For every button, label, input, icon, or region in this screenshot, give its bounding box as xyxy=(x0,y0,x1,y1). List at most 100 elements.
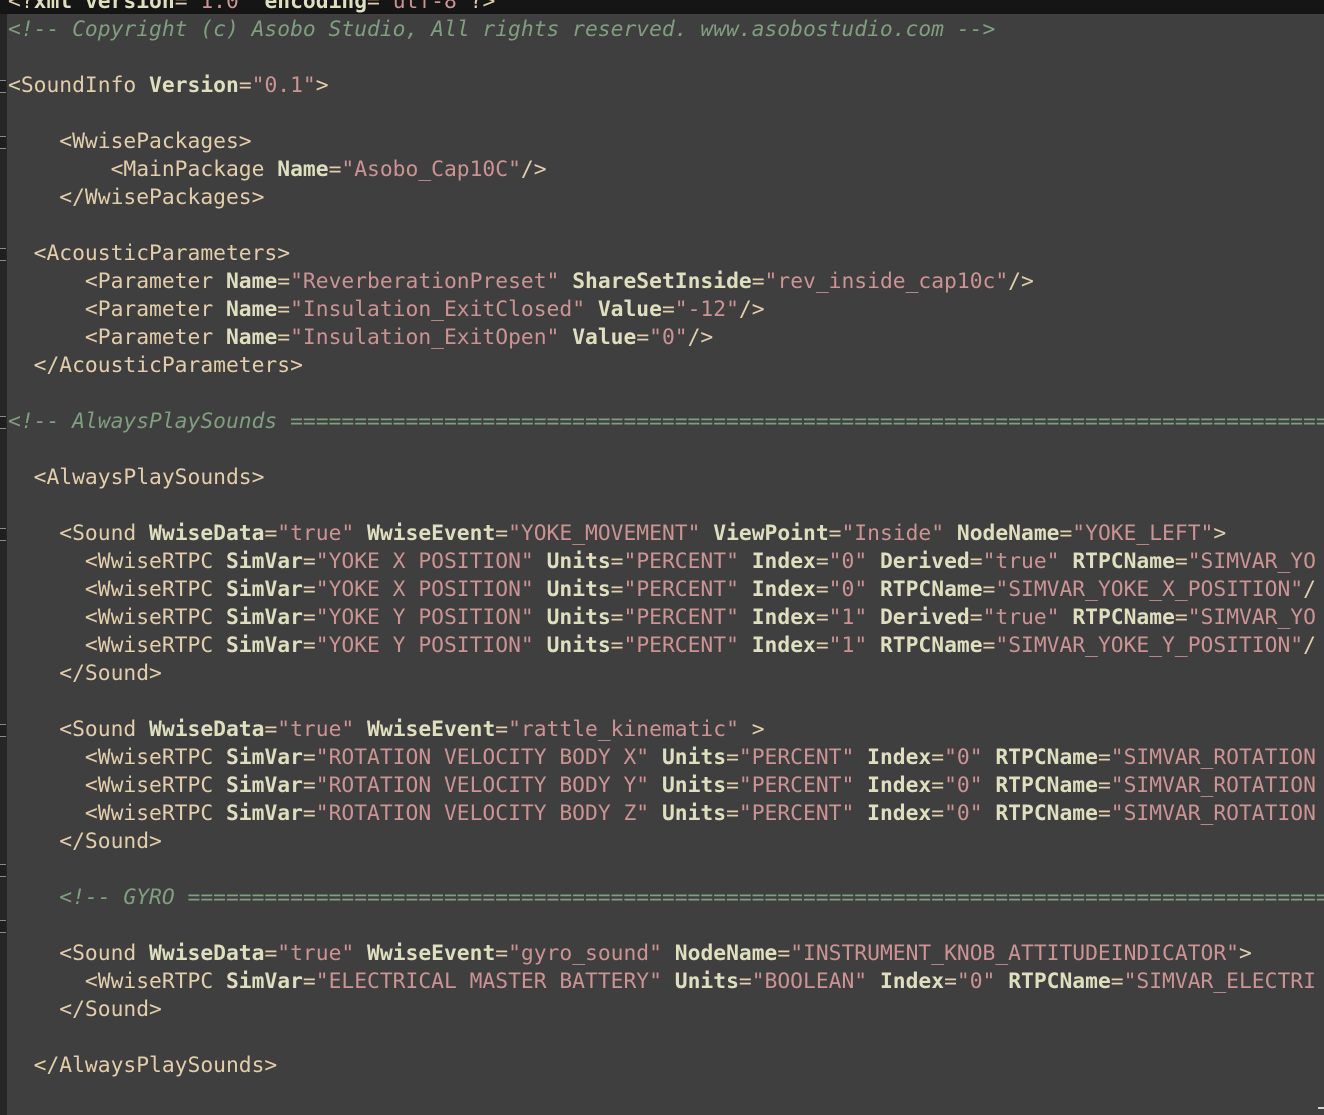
code-line[interactable]: <WwiseRTPC SimVar="YOKE X POSITION" Unit… xyxy=(8,548,1324,576)
code-line[interactable] xyxy=(8,1024,1324,1052)
code-line[interactable]: </Sound> xyxy=(8,828,1324,856)
code-line[interactable]: <SoundInfo Version="0.1"> xyxy=(8,72,1324,100)
fold-marker[interactable] xyxy=(0,724,6,737)
code-line[interactable]: </AcousticParameters> xyxy=(8,352,1324,380)
code-token-att: Units xyxy=(546,577,611,602)
fold-marker[interactable] xyxy=(0,920,6,933)
code-line[interactable] xyxy=(8,380,1324,408)
code-token-att: WwiseEvent xyxy=(367,521,496,546)
code-token-val: "SIMVAR_YOKE_Y_POSITION" xyxy=(995,633,1304,658)
code-token-tag xyxy=(867,605,880,630)
code-token-att: Name xyxy=(225,297,278,322)
code-token-val: "1" xyxy=(828,605,868,630)
code-token-att: SimVar xyxy=(225,969,303,994)
code-token-val: "0" xyxy=(944,773,983,798)
code-token-val: "utf-8" xyxy=(379,0,470,14)
code-token-val: "PERCENT" xyxy=(738,773,855,798)
code-line[interactable] xyxy=(8,856,1324,884)
code-line[interactable] xyxy=(8,912,1324,940)
code-token-val: "PERCENT" xyxy=(623,633,739,658)
code-token-tag xyxy=(1060,549,1073,574)
code-token-att: RTPCName xyxy=(1008,969,1111,994)
fold-marker[interactable] xyxy=(0,80,6,93)
code-line[interactable] xyxy=(8,44,1324,72)
code-line[interactable]: <Sound WwiseData="true" WwiseEvent="ratt… xyxy=(8,716,1324,744)
code-line[interactable]: </Sound> xyxy=(8,660,1324,688)
code-token-val: "PERCENT" xyxy=(623,605,739,630)
code-line[interactable]: <?xml version="1.0" encoding="utf-8"?> xyxy=(8,0,1324,16)
code-line[interactable]: <!-- Copyright (c) Asobo Studio, All rig… xyxy=(8,16,1324,44)
code-token-tag: = xyxy=(277,269,291,294)
code-token-tag: ?> xyxy=(469,0,496,14)
code-token-tag xyxy=(662,969,675,994)
fold-marker[interactable] xyxy=(0,136,6,149)
code-token-att: NodeName xyxy=(956,521,1060,546)
code-token-att: WwiseData xyxy=(149,941,265,966)
code-line[interactable]: <Parameter Name="ReverberationPreset" Sh… xyxy=(8,268,1324,296)
code-token-tag: = xyxy=(815,549,829,574)
code-token-tag: = xyxy=(969,549,983,574)
fold-marker[interactable] xyxy=(0,528,6,541)
code-editor-area[interactable]: <?xml version="1.0" encoding="utf-8"?> <!… xyxy=(8,0,1324,1080)
fold-gutter[interactable] xyxy=(0,14,7,1115)
code-line[interactable]: <AcousticParameters> xyxy=(8,240,1324,268)
code-token-val: "SIMVAR_ROTATION xyxy=(1110,745,1316,770)
fold-marker[interactable] xyxy=(0,864,6,877)
code-token-att: Units xyxy=(546,549,611,574)
code-line[interactable]: <AlwaysPlaySounds> xyxy=(8,464,1324,492)
code-token-tag: = xyxy=(610,633,624,658)
code-line[interactable]: <Parameter Name="Insulation_ExitOpen" Va… xyxy=(8,324,1324,352)
code-token-att: WwiseEvent xyxy=(367,717,496,742)
code-line[interactable]: <WwiseRTPC SimVar="YOKE Y POSITION" Unit… xyxy=(8,604,1324,632)
code-line[interactable]: <Sound WwiseData="true" WwiseEvent="YOKE… xyxy=(8,520,1324,548)
code-token-tag: = xyxy=(726,801,739,826)
code-token-tag xyxy=(354,521,367,546)
code-token-att: SimVar xyxy=(225,605,303,630)
code-token-tag: = xyxy=(610,605,624,630)
code-line[interactable]: <MainPackage Name="Asobo_Cap10C"/> xyxy=(8,156,1324,184)
code-token-tag: <AcousticParameters> xyxy=(8,241,291,266)
code-token-att: RTPCName xyxy=(1072,549,1175,574)
code-token-val: "rattle_kinematic" xyxy=(508,717,739,742)
code-line[interactable]: </Sound> xyxy=(8,996,1324,1024)
code-line[interactable] xyxy=(8,100,1324,128)
code-line[interactable]: </WwisePackages> xyxy=(8,184,1324,212)
code-line[interactable] xyxy=(8,212,1324,240)
code-token-tag: /> xyxy=(738,297,765,322)
code-token-tag: = xyxy=(931,745,945,770)
code-token-tag: > xyxy=(315,73,329,98)
code-line[interactable]: <WwiseRTPC SimVar="ROTATION VELOCITY BOD… xyxy=(8,744,1324,772)
code-token-tag xyxy=(649,801,662,826)
code-token-val: "PERCENT" xyxy=(623,549,739,574)
code-token-att: SimVar xyxy=(225,633,303,658)
code-token-tag: = xyxy=(1174,605,1188,630)
code-token-tag: = xyxy=(238,73,252,98)
code-token-val: "rev_inside_cap10c" xyxy=(764,269,1009,294)
code-token-tag xyxy=(867,969,880,994)
code-line[interactable] xyxy=(8,688,1324,716)
code-token-tag: = xyxy=(302,549,316,574)
code-token-tag: <Sound xyxy=(8,941,150,966)
fold-marker[interactable] xyxy=(0,416,6,429)
code-token-val: "true" xyxy=(982,605,1060,630)
code-token-tag xyxy=(534,633,547,658)
code-token-tag: </Sound> xyxy=(8,829,162,854)
code-line[interactable] xyxy=(8,436,1324,464)
code-line[interactable]: <WwiseRTPC SimVar="YOKE X POSITION" Unit… xyxy=(8,576,1324,604)
code-line[interactable]: </AlwaysPlaySounds> xyxy=(8,1052,1324,1080)
code-line[interactable]: <!-- AlwaysPlaySounds ==================… xyxy=(8,408,1324,436)
fold-marker[interactable] xyxy=(0,248,6,261)
code-line[interactable]: <WwiseRTPC SimVar="ROTATION VELOCITY BOD… xyxy=(8,772,1324,800)
code-line[interactable]: <WwiseRTPC SimVar="ROTATION VELOCITY BOD… xyxy=(8,800,1324,828)
code-line[interactable]: <WwisePackages> xyxy=(8,128,1324,156)
code-line[interactable]: <Parameter Name="Insulation_ExitClosed" … xyxy=(8,296,1324,324)
code-token-val: "0" xyxy=(828,549,868,574)
code-line[interactable] xyxy=(8,492,1324,520)
code-line[interactable]: <Sound WwiseData="true" WwiseEvent="gyro… xyxy=(8,940,1324,968)
code-token-val: "PERCENT" xyxy=(738,745,855,770)
code-token-tag: = xyxy=(302,745,316,770)
code-line[interactable]: <!-- GYRO ==============================… xyxy=(8,884,1324,912)
code-token-tag xyxy=(739,549,752,574)
code-line[interactable]: <WwiseRTPC SimVar="ELECTRICAL MASTER BAT… xyxy=(8,968,1324,996)
code-line[interactable]: <WwiseRTPC SimVar="YOKE Y POSITION" Unit… xyxy=(8,632,1324,660)
